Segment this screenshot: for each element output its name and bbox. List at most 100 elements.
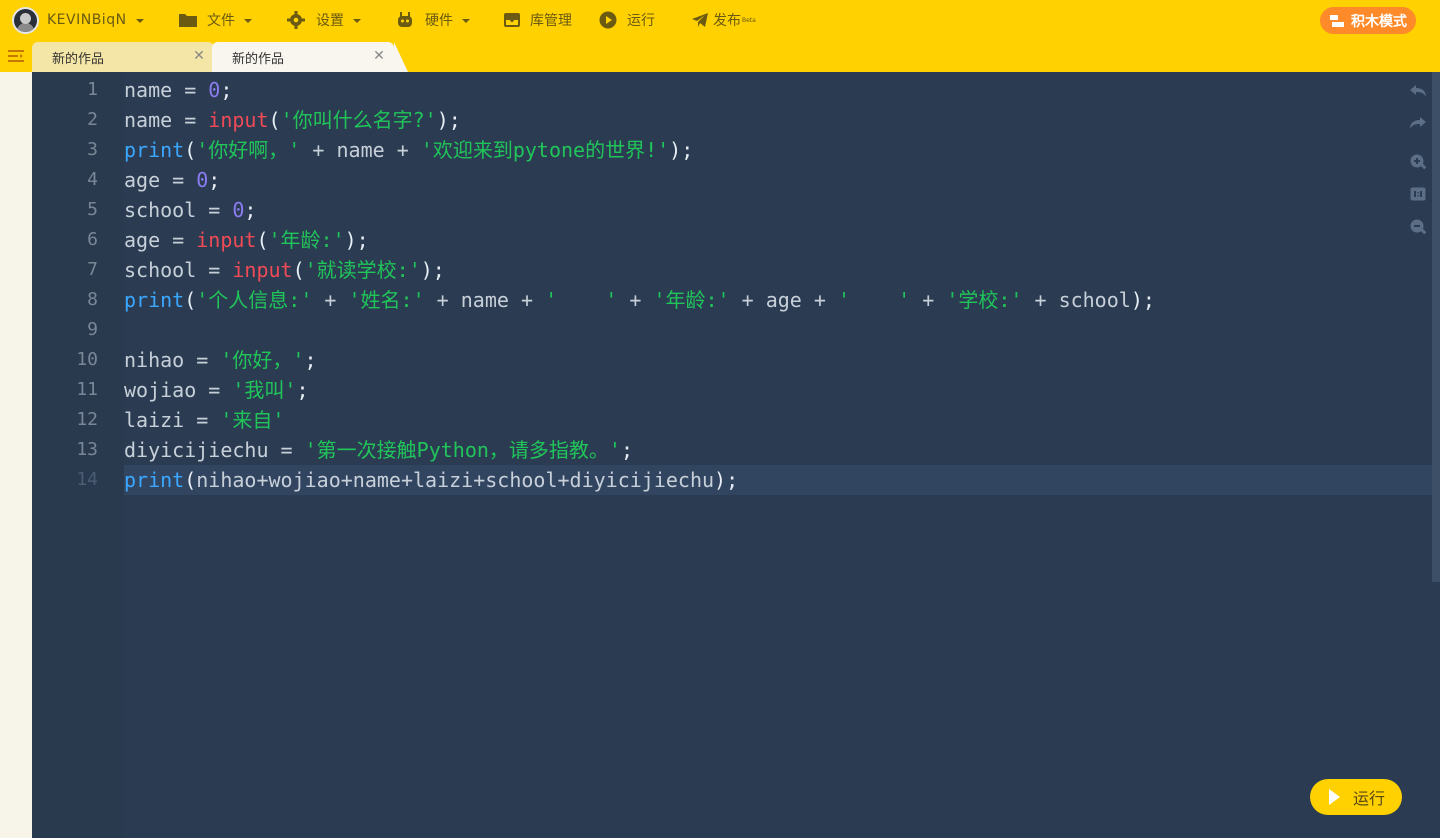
code-token: ; bbox=[620, 438, 633, 462]
block-mode-label: 积木模式 bbox=[1351, 13, 1407, 30]
publish-menu[interactable]: 发布 Beta bbox=[691, 0, 756, 40]
file-menu[interactable]: 文件 bbox=[178, 0, 252, 40]
code-token: ; bbox=[208, 168, 221, 192]
close-icon[interactable]: ✕ bbox=[372, 49, 386, 63]
code-token: '姓名:' bbox=[348, 288, 425, 312]
settings-menu[interactable]: 设置 bbox=[286, 0, 361, 40]
code-token: ; bbox=[304, 348, 317, 372]
code-token: '来自' bbox=[220, 408, 285, 432]
left-panel bbox=[0, 72, 32, 838]
code-token: age bbox=[124, 228, 161, 252]
tab-new-work-1[interactable]: 新的作品 ✕ bbox=[32, 42, 214, 72]
chevron-down-icon bbox=[135, 19, 144, 23]
code-token: '你好，' bbox=[220, 348, 305, 372]
code-line[interactable]: nihao = '你好，'; bbox=[124, 345, 316, 375]
code-token: '第一次接触Python，请多指教。' bbox=[304, 438, 621, 462]
code-token: '个人信息:' bbox=[196, 288, 313, 312]
line-number: 2 bbox=[87, 109, 98, 130]
code-token: + bbox=[508, 288, 546, 312]
library-manager[interactable]: 库管理 bbox=[503, 0, 572, 40]
code-line[interactable]: print(nihao+wojiao+name+laizi+school+diy… bbox=[124, 465, 738, 495]
code-token: ' ' bbox=[545, 288, 618, 312]
zoom-out-button[interactable] bbox=[1408, 217, 1428, 237]
hardware-menu[interactable]: 硬件 bbox=[395, 0, 470, 40]
code-line[interactable]: print('你好啊，' + name + '欢迎来到pytone的世界!'); bbox=[124, 135, 693, 165]
zoom-in-button[interactable] bbox=[1408, 152, 1428, 172]
code-token: + bbox=[729, 288, 766, 312]
beta-badge: Beta bbox=[742, 16, 756, 24]
code-token: + bbox=[300, 138, 337, 162]
code-line[interactable]: age = 0; bbox=[124, 165, 220, 195]
code-line[interactable]: diyicijiechu = '第一次接触Python，请多指教。'; bbox=[124, 435, 633, 465]
line-number-gutter: 1 2 3 4 5 6 7 8 9 10 11 12 13 14 bbox=[32, 72, 124, 838]
code-token: ' ' bbox=[837, 288, 911, 312]
chevron-down-icon bbox=[462, 19, 470, 23]
close-icon[interactable]: ✕ bbox=[192, 49, 206, 63]
line-number: 12 bbox=[76, 409, 98, 430]
code-token: + bbox=[424, 288, 461, 312]
code-token: = bbox=[172, 108, 209, 132]
redo-button[interactable] bbox=[1408, 113, 1428, 133]
code-token: 0 bbox=[196, 168, 209, 192]
code-token: '你叫什么名字?' bbox=[280, 108, 437, 132]
code-line[interactable]: age = input('年龄:'); bbox=[124, 225, 369, 255]
run-button[interactable]: 运行 bbox=[1310, 779, 1402, 815]
user-menu[interactable]: KEVINBiqN bbox=[12, 0, 144, 40]
tab-label: 新的作品 bbox=[232, 51, 285, 67]
avatar[interactable] bbox=[12, 6, 39, 34]
code-line[interactable]: name = 0; bbox=[124, 75, 232, 105]
line-number: 1 bbox=[87, 79, 98, 100]
code-token: = bbox=[196, 378, 233, 402]
code-token: input bbox=[208, 108, 269, 132]
code-line[interactable]: wojiao = '我叫'; bbox=[124, 375, 309, 405]
code-token: ); bbox=[420, 258, 445, 282]
play-circle-icon bbox=[599, 11, 617, 29]
code-token: + bbox=[312, 288, 349, 312]
code-token: input bbox=[196, 228, 257, 252]
code-token: ); bbox=[669, 138, 694, 162]
file-menu-label: 文件 bbox=[207, 13, 235, 29]
code-token: print bbox=[124, 288, 185, 312]
code-token: 0 bbox=[232, 198, 245, 222]
code-token: '我叫' bbox=[232, 378, 297, 402]
code-token: = bbox=[160, 228, 197, 252]
code-token: name bbox=[124, 78, 173, 102]
code-token: name bbox=[336, 138, 385, 162]
line-number: 11 bbox=[76, 379, 98, 400]
top-toolbar: KEVINBiqN 文件 设置 硬件 库管理 运行 发布 Beta 积木模式 bbox=[0, 0, 1440, 40]
run-button-label: 运行 bbox=[1352, 789, 1385, 808]
hardware-menu-label: 硬件 bbox=[425, 13, 453, 29]
code-token: = bbox=[196, 258, 233, 282]
code-token: '你好啊，' bbox=[196, 138, 301, 162]
run-menu[interactable]: 运行 bbox=[599, 0, 655, 40]
code-token: name bbox=[124, 108, 173, 132]
zoom-in-icon bbox=[1410, 154, 1427, 170]
code-token: ); bbox=[714, 468, 739, 492]
sidebar-toggle[interactable] bbox=[0, 40, 32, 72]
vertical-scrollbar[interactable] bbox=[1432, 72, 1440, 582]
redo-icon bbox=[1410, 117, 1426, 129]
undo-button[interactable] bbox=[1408, 81, 1428, 101]
tab-new-work-2[interactable]: 新的作品 ✕ bbox=[212, 42, 408, 72]
code-line[interactable]: laizi = '来自' bbox=[124, 405, 284, 435]
line-number: 13 bbox=[76, 439, 98, 460]
code-line[interactable]: school = input('就读学校:'); bbox=[124, 255, 445, 285]
code-line[interactable]: school = 0; bbox=[124, 195, 256, 225]
code-token: school bbox=[124, 258, 197, 282]
code-token: = bbox=[160, 168, 197, 192]
tab-bar: 新的作品 ✕ 新的作品 ✕ bbox=[0, 40, 1440, 72]
code-line[interactable]: name = input('你叫什么名字?'); bbox=[124, 105, 461, 135]
zoom-out-icon bbox=[1410, 219, 1427, 235]
code-token: school bbox=[124, 198, 197, 222]
zoom-reset-icon bbox=[1410, 187, 1426, 201]
code-editor[interactable]: 1 2 3 4 5 6 7 8 9 10 11 12 13 14 name = 0; name = inpu… bbox=[32, 72, 1440, 838]
code-token: ); bbox=[1130, 288, 1155, 312]
code-token: diyicijiechu bbox=[124, 438, 269, 462]
code-line[interactable]: print('个人信息:' + '姓名:' + name + ' ' + '年龄… bbox=[124, 285, 1155, 315]
code-token: = bbox=[184, 348, 221, 372]
code-token: '学校:' bbox=[946, 288, 1023, 312]
library-manager-label: 库管理 bbox=[530, 13, 572, 29]
code-token: + bbox=[384, 138, 421, 162]
block-mode-button[interactable]: 积木模式 bbox=[1320, 7, 1416, 34]
reset-zoom-button[interactable] bbox=[1408, 184, 1428, 204]
